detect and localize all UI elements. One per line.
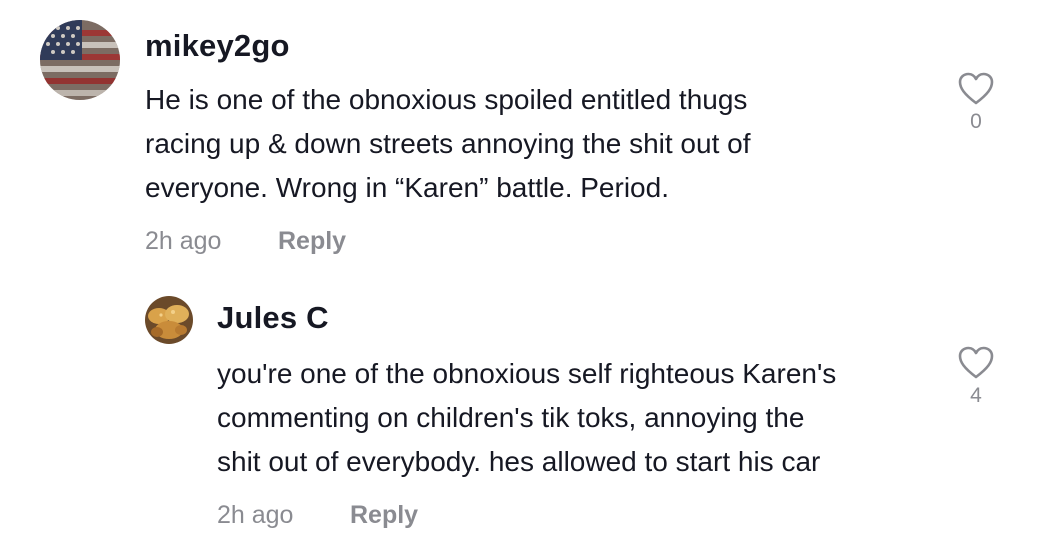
like-count: 4 bbox=[970, 384, 982, 407]
reply-button[interactable]: Reply bbox=[278, 227, 346, 256]
like-count: 0 bbox=[970, 110, 982, 133]
like-control: 4 bbox=[956, 346, 996, 408]
reply-timestamp: 2h ago bbox=[217, 501, 294, 529]
heart-icon[interactable] bbox=[958, 346, 994, 380]
american-flag-avatar[interactable] bbox=[40, 20, 120, 100]
comment-item: mikey2go He is one of the obnoxious spoi… bbox=[0, 0, 1046, 270]
reply-button[interactable]: Reply bbox=[350, 501, 418, 530]
comment-text: He is one of the obnoxious spoiled entit… bbox=[145, 84, 751, 203]
comment-username[interactable]: mikey2go bbox=[145, 28, 290, 64]
food-icon bbox=[145, 296, 193, 344]
heart-icon[interactable] bbox=[958, 72, 994, 106]
like-control: 0 bbox=[956, 72, 996, 134]
reply-text: you're one of the obnoxious self righteo… bbox=[217, 358, 837, 477]
flag-icon bbox=[40, 20, 120, 100]
food-photo-avatar[interactable] bbox=[145, 296, 193, 344]
comment-timestamp: 2h ago bbox=[145, 227, 222, 255]
reply-username[interactable]: Jules C bbox=[217, 300, 329, 336]
reply-comment-item: Jules C you're one of the obnoxious self… bbox=[0, 290, 1046, 556]
